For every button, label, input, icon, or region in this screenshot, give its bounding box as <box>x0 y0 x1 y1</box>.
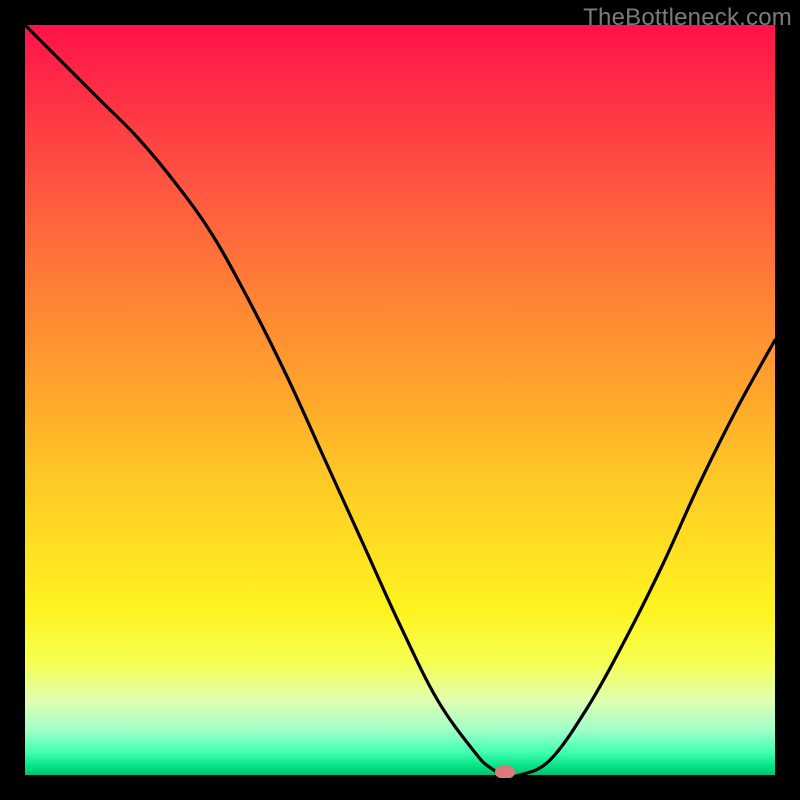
optimal-marker <box>495 766 515 778</box>
chart-canvas: TheBottleneck.com <box>0 0 800 800</box>
plot-area <box>25 25 775 775</box>
bottleneck-curve <box>25 25 775 775</box>
